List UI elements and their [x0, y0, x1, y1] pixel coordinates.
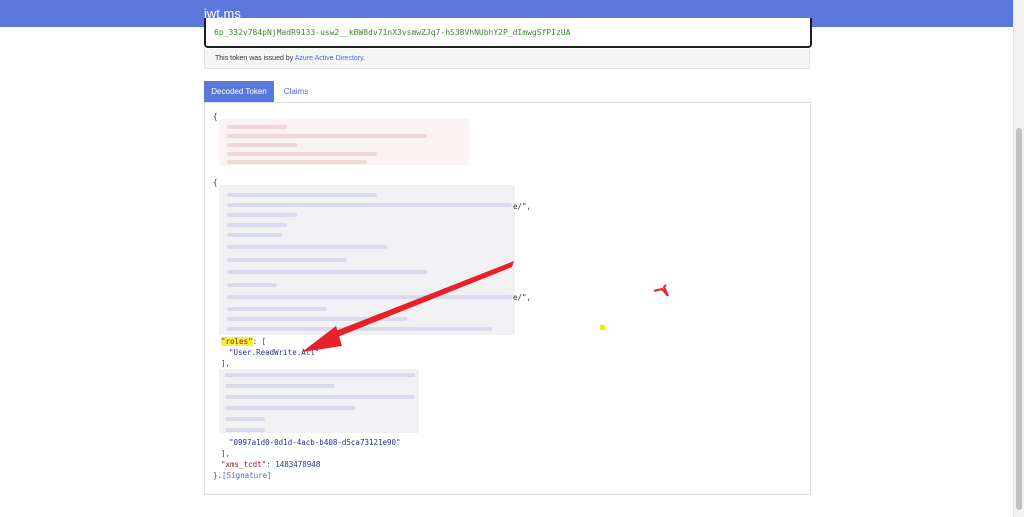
redacted-line [225, 417, 265, 421]
page-scrollbar[interactable] [1013, 0, 1024, 517]
closing-brace: }. [213, 471, 223, 480]
signature-link[interactable]: [Signature] [222, 471, 272, 480]
redacted-line [227, 213, 297, 217]
roles-open-bracket: : [ [252, 337, 267, 346]
xms-tcdt-value: 1483478948 [275, 460, 321, 469]
redacted-line [227, 245, 387, 249]
xms-tcdt-key: "xms_tcdt" [221, 460, 267, 469]
redacted-line [227, 233, 282, 237]
redacted-line [227, 193, 377, 197]
scrollbar-thumb[interactable] [1016, 128, 1022, 510]
redacted-line [225, 373, 415, 377]
redacted-line [227, 223, 287, 227]
redacted-line [227, 152, 377, 156]
redacted-line [227, 125, 287, 129]
issuer-suffix: . [363, 55, 366, 62]
token-issuer-bar: This token was issued by Azure Active Di… [204, 49, 810, 69]
redacted-line [227, 143, 297, 147]
redacted-line [225, 395, 415, 399]
tab-decoded-token[interactable]: Decoded Token [204, 81, 274, 102]
roles-key: "roles" [221, 337, 253, 346]
red-mark-annotation [653, 284, 669, 297]
issuer-text: This token was issued by Azure Active Di… [215, 55, 365, 62]
redacted-line [227, 160, 367, 164]
closing-line: }.[Signature] [213, 470, 533, 481]
xms-tcdt-line: "xms_tcdt": 1483478948 [221, 459, 541, 470]
arrow-shaft [328, 261, 514, 340]
redacted-line [227, 134, 427, 138]
arrow-head [302, 326, 342, 352]
red-mark-stroke [653, 284, 669, 297]
redacted-line [225, 428, 265, 432]
red-arrow-annotation [302, 261, 514, 352]
issuer-link[interactable]: Azure Active Directory [295, 55, 363, 62]
xms-colon: : [266, 460, 276, 469]
wids-value: "0997a1d0-0d1d-4acb-b408-d5ca73121e90" [229, 438, 401, 447]
encoded-token-text: 6p_332v784pNjMadR9133-usw2__kBW8dv71nX3v… [214, 28, 571, 37]
yellow-dot-annotation [600, 325, 605, 330]
redacted-line [225, 406, 355, 410]
redacted-line [227, 283, 277, 287]
payload-url-suffix: e/", [513, 202, 532, 211]
redacted-line [225, 384, 335, 388]
payload-url-suffix: e/", [513, 293, 532, 302]
encoded-token-box[interactable]: 6p_332v784pNjMadR9133-usw2__kBW8dv71nX3v… [204, 18, 812, 48]
redacted-line [227, 203, 512, 207]
wids-close-bracket: ], [221, 449, 231, 458]
redacted-claims-block [219, 369, 419, 433]
tab-claims[interactable]: Claims [276, 81, 316, 102]
issuer-prefix: This token was issued by [215, 55, 295, 62]
